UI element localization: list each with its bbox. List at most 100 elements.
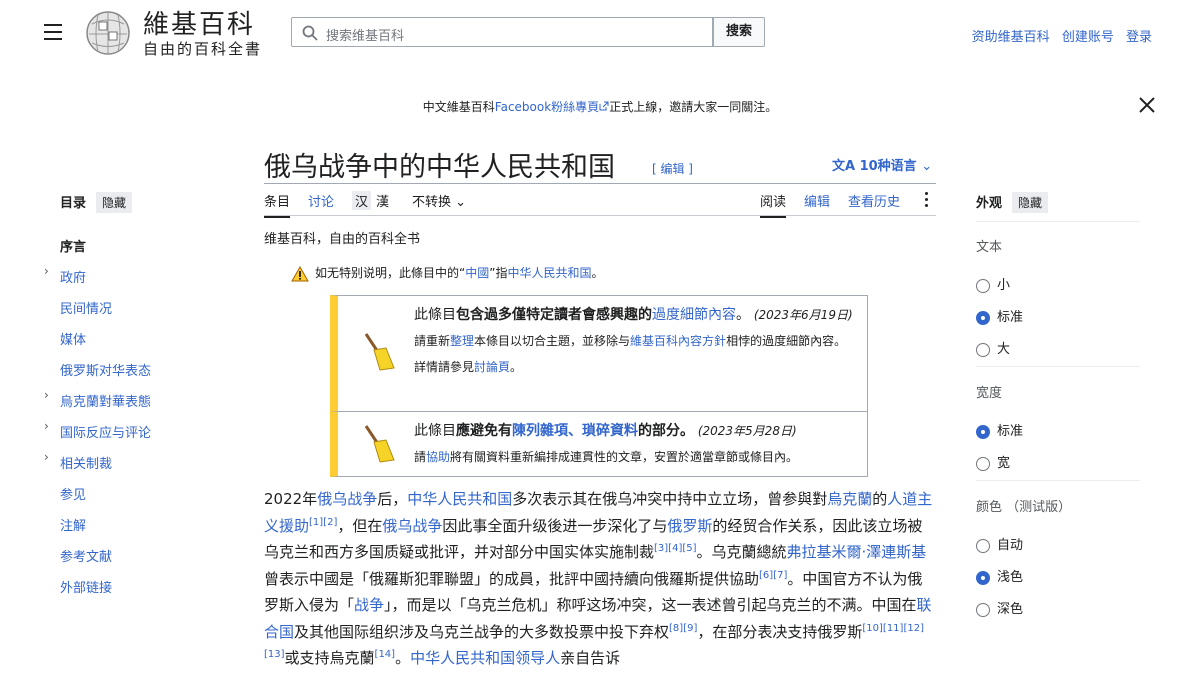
message-link[interactable]: 維基百科內容方針 <box>630 334 726 348</box>
tab-edit[interactable]: 编辑 <box>804 191 830 210</box>
body-text: 因此事全面升级後进一步深化了与 <box>442 516 668 535</box>
body-link[interactable]: 俄罗斯 <box>667 517 712 535</box>
facebook-link[interactable]: Facebook粉絲專頁 <box>495 100 599 114</box>
search-input[interactable]: 搜索维基百科 <box>291 17 713 47</box>
menu-icon[interactable] <box>44 24 62 40</box>
width-label: 宽度 <box>976 386 1003 401</box>
broom-icon <box>364 333 395 371</box>
body-link[interactable]: 弗拉基米爾·澤連斯基 <box>787 543 927 561</box>
toc-item[interactable]: 烏克蘭對華表態 <box>60 391 151 410</box>
toc-item[interactable]: 注解 <box>60 515 86 534</box>
appearance-title: 外观 <box>976 196 1003 211</box>
toc-item[interactable]: 俄罗斯对华表态 <box>60 360 151 379</box>
radio-width-standard[interactable]: 标准 <box>976 420 1023 439</box>
radio-text-standard[interactable]: 标准 <box>976 306 1023 325</box>
table-of-contents: 目录 隐藏 序言 › 政府 民间情况 媒体 俄罗斯对华表态 › 烏克蘭對華表態 ›… <box>44 192 230 596</box>
hatnote-link[interactable]: 中华人民共和国 <box>507 266 591 280</box>
message-date: (2023年5月28日) <box>697 424 797 438</box>
notice-prefix: 中文維基百科 <box>422 100 495 114</box>
toc-item[interactable]: 外部链接 <box>60 577 112 596</box>
tab-read[interactable]: 阅读 <box>760 191 787 218</box>
title-edit-link[interactable]: [ 编辑 ] <box>652 160 693 177</box>
hatnote-text: 如无特别说明，此條目中的“ <box>315 266 466 280</box>
body-text: 或支持烏克蘭 <box>284 649 375 667</box>
message-bold: 應避免有 <box>456 423 512 439</box>
wordmark[interactable]: 維基百科 自由的百科全書 <box>143 10 262 58</box>
toc-item[interactable]: 相关制裁 <box>60 453 112 472</box>
body-text: 及其他国际组织涉及乌克兰战争的大多数投票中投下弃权 <box>294 622 670 641</box>
message-link[interactable]: 討論頁 <box>474 360 510 374</box>
message-text: 請 <box>414 450 427 464</box>
site-subtitle: 维基百科，自由的百科全书 <box>264 232 421 247</box>
login-link[interactable]: 登录 <box>1126 30 1152 45</box>
divider <box>976 480 1140 481</box>
wordmark-sub: 自由的百科全書 <box>143 40 263 58</box>
message-link[interactable]: 陳列雜項、瑣碎資料 <box>512 423 638 439</box>
message-link[interactable]: 整理 <box>450 334 474 348</box>
tab-history[interactable]: 查看历史 <box>848 191 900 210</box>
language-button[interactable]: 文A 10种语言 ⌄ <box>832 155 932 174</box>
tab-article[interactable]: 条目 <box>264 191 291 218</box>
edit-link-text[interactable]: [ 编辑 ] <box>652 162 693 176</box>
body-link[interactable]: 中华人民共和国 <box>407 490 512 508</box>
search-button[interactable]: 搜索 <box>713 17 765 47</box>
radio-width-wide[interactable]: 宽 <box>976 452 1010 471</box>
citation-ref[interactable]: [1][2] <box>309 517 337 528</box>
chevron-right-icon[interactable]: › <box>44 450 49 464</box>
chevron-right-icon[interactable]: › <box>44 264 49 278</box>
kebab-menu-icon[interactable] <box>925 192 928 210</box>
toc-hide-button[interactable]: 隐藏 <box>96 192 133 213</box>
radio-label: 标准 <box>997 310 1024 325</box>
body-text: 。乌克蘭總統 <box>696 543 787 561</box>
color-label: 颜色 （测试版） <box>976 500 1072 515</box>
tab-talk[interactable]: 讨论 <box>308 191 334 210</box>
body-text: 的 <box>872 490 888 508</box>
toc-item[interactable]: 国际反应与评论 <box>60 422 151 441</box>
radio-color-auto[interactable]: 自动 <box>976 534 1023 553</box>
body-link[interactable]: 俄乌战争 <box>382 517 442 535</box>
tab-variant-none[interactable]: 不转换 ⌄ <box>412 191 466 210</box>
donate-link[interactable]: 资助维基百科 <box>972 30 1050 45</box>
citation-ref[interactable]: [6][7] <box>759 570 787 581</box>
citation-ref[interactable]: [8][9] <box>669 623 697 634</box>
chevron-right-icon[interactable]: › <box>44 419 49 433</box>
citation-ref[interactable]: [14] <box>375 649 396 660</box>
tab-variant-traditional[interactable]: 漢 <box>376 191 389 210</box>
toc-item[interactable]: 民间情况 <box>60 298 112 317</box>
toc-item[interactable]: 参考文献 <box>60 546 112 565</box>
toc-item[interactable]: 政府 <box>60 267 86 286</box>
hatnote-link[interactable]: 中國 <box>465 266 489 280</box>
body-link[interactable]: 俄乌战争 <box>317 490 377 508</box>
tab-variant-simplified[interactable]: 汉 <box>352 191 372 210</box>
body-text: 后， <box>377 490 408 508</box>
body-link[interactable]: 中华人民共和国领导人 <box>410 649 560 667</box>
body-text: 。 <box>395 649 411 667</box>
body-text: 多次表示其在俄乌冲突中持中立立场，曾参與對 <box>512 490 828 508</box>
citation-ref[interactable]: [3][4][5] <box>654 543 697 554</box>
close-icon[interactable] <box>1138 96 1156 114</box>
toc-item[interactable]: 序言 <box>60 236 86 255</box>
wikipedia-globe-icon[interactable] <box>84 10 132 56</box>
message-text: 此條目 <box>414 307 456 323</box>
radio-circle <box>976 310 990 325</box>
body-text: 2022年 <box>264 490 318 508</box>
radio-text-large[interactable]: 大 <box>976 338 1010 357</box>
chevron-right-icon[interactable]: › <box>44 388 49 402</box>
toc-item[interactable]: 媒体 <box>60 329 86 348</box>
create-account-link[interactable]: 创建账号 <box>1062 30 1114 45</box>
radio-label: 大 <box>997 342 1011 357</box>
radio-text-small[interactable]: 小 <box>976 274 1010 293</box>
body-link[interactable]: 战争 <box>354 596 384 614</box>
tabs-divider <box>264 215 936 216</box>
appearance-hide-button[interactable]: 隐藏 <box>1012 192 1049 213</box>
body-link[interactable]: 烏克蘭 <box>827 490 872 508</box>
message-link[interactable]: 協助 <box>426 450 450 464</box>
radio-circle <box>976 342 990 357</box>
radio-label: 小 <box>997 278 1011 293</box>
toc-item[interactable]: 参见 <box>60 484 86 503</box>
broom-icon <box>364 425 395 463</box>
radio-color-light[interactable]: 浅色 <box>976 566 1023 585</box>
message-link[interactable]: 過度細節內容 <box>652 307 736 323</box>
radio-color-dark[interactable]: 深色 <box>976 598 1023 617</box>
warning-icon <box>291 265 309 281</box>
